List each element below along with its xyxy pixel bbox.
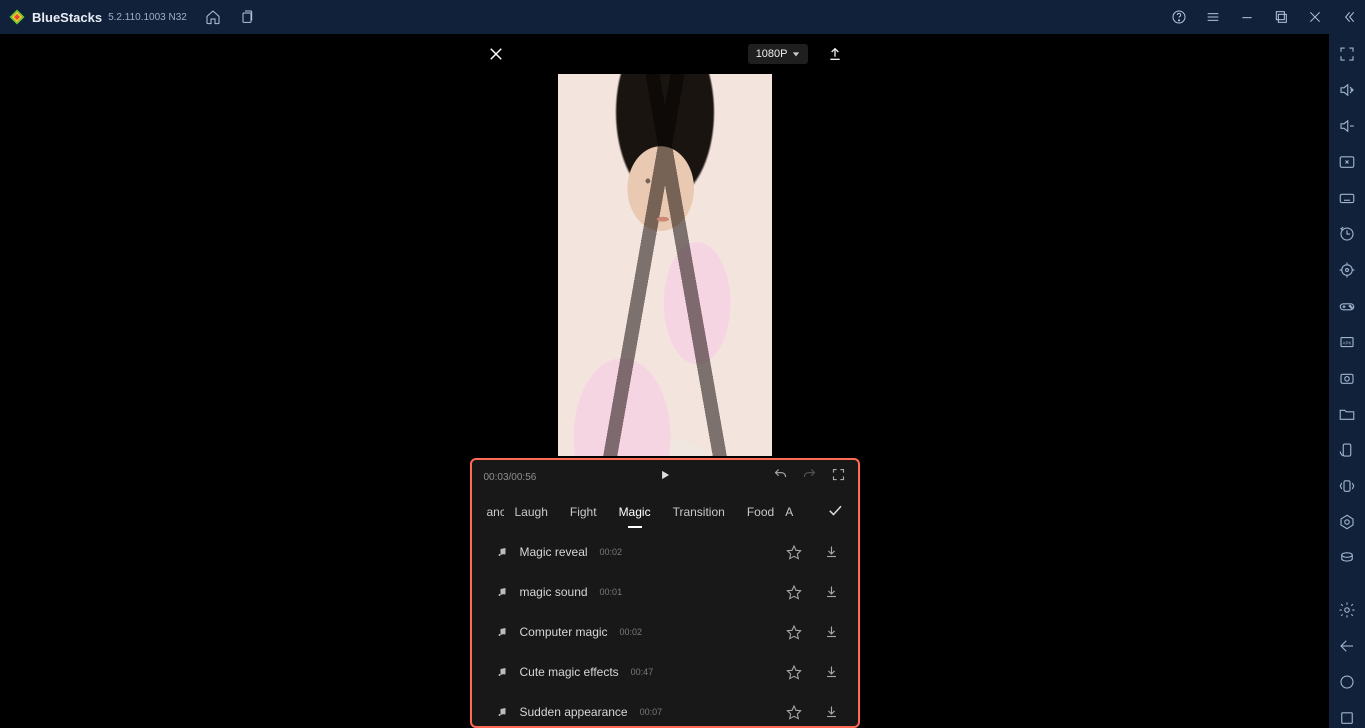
recents-nav-icon[interactable] (1337, 708, 1357, 728)
sound-name: Sudden appearance (520, 705, 628, 719)
tab-partial-right[interactable]: A (785, 494, 799, 530)
svg-text:APK: APK (1342, 340, 1351, 345)
bluestacks-logo-icon (8, 8, 26, 26)
playback-controls: 00:03/00:56 (472, 460, 858, 494)
favorite-icon[interactable] (786, 664, 802, 680)
sound-item[interactable]: Sudden appearance 00:07 (472, 692, 858, 726)
category-tabs: ance Laugh Fight Magic Transition Food A (472, 494, 858, 530)
sound-duration: 00:02 (600, 547, 623, 557)
download-icon[interactable] (824, 544, 840, 560)
volume-down-icon[interactable] (1337, 116, 1357, 136)
settings-icon[interactable] (1337, 600, 1357, 620)
sound-duration: 00:01 (600, 587, 623, 597)
bluestacks-sidebar: APK (1329, 34, 1365, 728)
menu-icon[interactable] (1205, 9, 1221, 25)
tab-laugh[interactable]: Laugh (504, 494, 559, 530)
music-note-icon (496, 545, 510, 559)
download-icon[interactable] (824, 584, 840, 600)
sound-panel: 00:03/00:56 ance Laugh Fight Magic Trans… (470, 458, 860, 728)
macro-icon[interactable] (1337, 512, 1357, 532)
favorite-icon[interactable] (786, 704, 802, 720)
keymap-icon[interactable] (1337, 152, 1357, 172)
sound-duration: 00:07 (640, 707, 663, 717)
sound-name: Magic reveal (520, 545, 588, 559)
editor-header: 1080P (470, 34, 860, 74)
location-icon[interactable] (1337, 260, 1357, 280)
close-editor-icon[interactable] (486, 44, 506, 64)
play-icon[interactable] (658, 468, 672, 487)
favorite-icon[interactable] (786, 584, 802, 600)
resolution-button[interactable]: 1080P (748, 44, 808, 64)
time-display: 00:03/00:56 (484, 472, 537, 483)
version-label: 5.2.110.1003 N32 (108, 12, 187, 23)
sound-item[interactable]: Computer magic 00:02 (472, 612, 858, 652)
sound-name: magic sound (520, 585, 588, 599)
music-note-icon (496, 665, 510, 679)
tab-food[interactable]: Food (736, 494, 785, 530)
export-icon[interactable] (826, 45, 844, 63)
close-icon[interactable] (1307, 9, 1323, 25)
app-viewport: 1080P 00:03/00:56 (470, 34, 860, 728)
download-icon[interactable] (824, 664, 840, 680)
music-note-icon (496, 705, 510, 719)
multi-instance-icon[interactable] (1337, 548, 1357, 568)
sound-item[interactable]: Magic reveal 00:02 (472, 532, 858, 572)
volume-up-icon[interactable] (1337, 80, 1357, 100)
tab-magic[interactable]: Magic (608, 494, 662, 530)
fullscreen-icon[interactable] (1337, 44, 1357, 64)
gamepad-icon[interactable] (1337, 296, 1357, 316)
redo-icon[interactable] (802, 467, 817, 487)
collapse-sidebar-icon[interactable] (1341, 9, 1357, 25)
chevron-down-icon (792, 50, 800, 58)
minimize-icon[interactable] (1239, 9, 1255, 25)
keyboard-icon[interactable] (1337, 188, 1357, 208)
confirm-icon[interactable] (816, 501, 854, 524)
bluestacks-titlebar: BlueStacks 5.2.110.1003 N32 (0, 0, 1365, 34)
shake-icon[interactable] (1337, 476, 1357, 496)
music-note-icon (496, 625, 510, 639)
sound-item[interactable]: Cute magic effects 00:47 (472, 652, 858, 692)
maximize-icon[interactable] (1273, 9, 1289, 25)
home-nav-icon[interactable] (1337, 672, 1357, 692)
sound-name: Cute magic effects (520, 665, 619, 679)
emulator-stage: 1080P 00:03/00:56 (0, 34, 1329, 728)
resolution-label: 1080P (756, 48, 788, 60)
sound-list: Magic reveal 00:02 magic sound 00:01 (472, 532, 858, 726)
brand-label: BlueStacks (32, 10, 102, 25)
home-icon[interactable] (205, 9, 221, 25)
apk-icon[interactable]: APK (1337, 332, 1357, 352)
music-note-icon (496, 585, 510, 599)
tab-transition[interactable]: Transition (662, 494, 736, 530)
tab-fight[interactable]: Fight (559, 494, 608, 530)
sync-icon[interactable] (1337, 224, 1357, 244)
sound-duration: 00:02 (620, 627, 643, 637)
recents-icon[interactable] (239, 9, 255, 25)
media-folder-icon[interactable] (1337, 404, 1357, 424)
favorite-icon[interactable] (786, 624, 802, 640)
expand-icon[interactable] (831, 467, 846, 487)
sound-name: Computer magic (520, 625, 608, 639)
back-icon[interactable] (1337, 636, 1357, 656)
favorite-icon[interactable] (786, 544, 802, 560)
undo-icon[interactable] (773, 467, 788, 487)
tab-partial-left[interactable]: ance (476, 494, 504, 530)
download-icon[interactable] (824, 624, 840, 640)
rotate-icon[interactable] (1337, 440, 1357, 460)
screenshot-icon[interactable] (1337, 368, 1357, 388)
download-icon[interactable] (824, 704, 840, 720)
video-preview[interactable] (558, 74, 772, 456)
sound-duration: 00:47 (631, 667, 654, 677)
help-icon[interactable] (1171, 9, 1187, 25)
sound-item[interactable]: magic sound 00:01 (472, 572, 858, 612)
